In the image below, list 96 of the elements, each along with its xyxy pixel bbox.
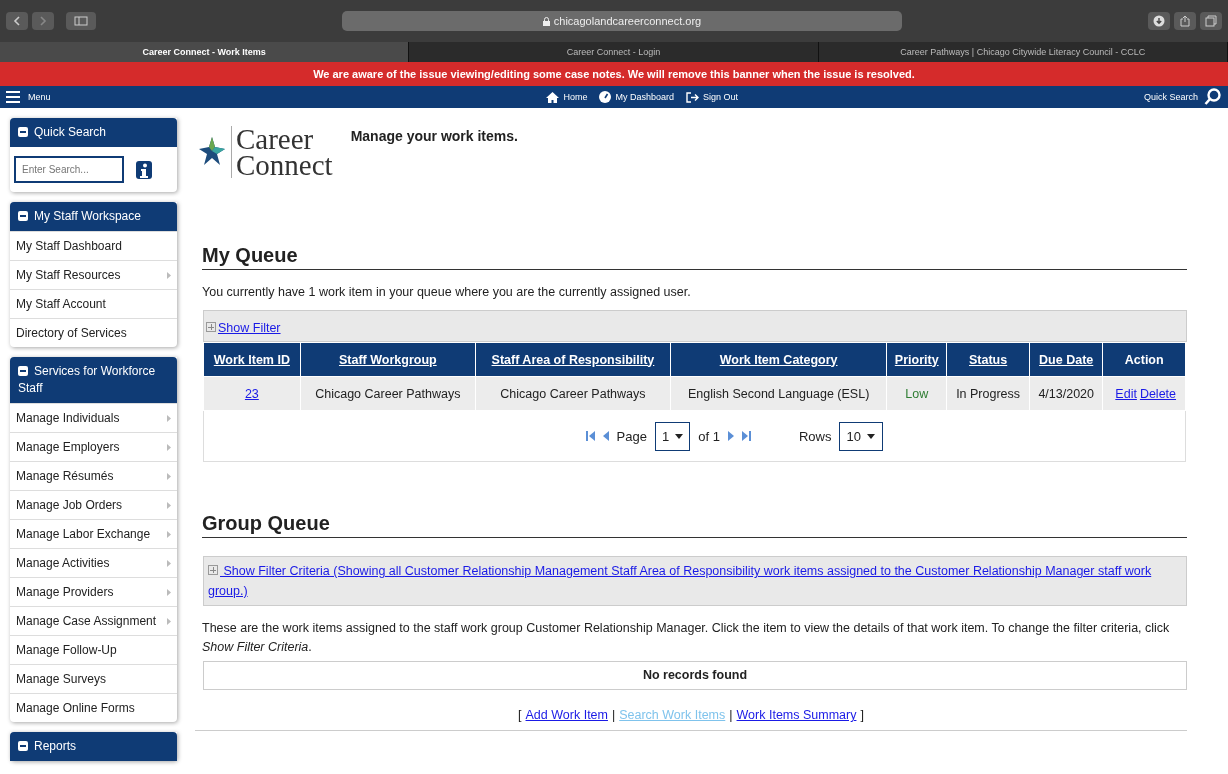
column-header[interactable]: Priority <box>886 342 947 377</box>
table-cell: Chicago Career Pathways <box>300 376 476 411</box>
previous-page-icon[interactable] <box>602 431 609 441</box>
browser-tab[interactable]: Career Connect - Work Items <box>0 42 410 62</box>
menu-icon <box>6 91 20 103</box>
link-separator: | <box>729 708 733 722</box>
work-item-link[interactable]: 23 <box>244 386 259 401</box>
footer-link[interactable]: Add Work Item <box>525 708 608 722</box>
table-cell: English Second Language (ESL) <box>670 376 887 411</box>
link-separator: | <box>611 708 616 722</box>
column-header[interactable]: Status <box>946 342 1030 377</box>
sidebar-toggle-button[interactable] <box>66 12 96 30</box>
sidebar-item[interactable]: Manage Individuals <box>10 403 177 432</box>
nav-link[interactable]: Sign Out <box>686 91 739 103</box>
column-header[interactable]: Work Item ID <box>203 342 301 377</box>
nav-link[interactable]: Home <box>546 91 588 103</box>
info-icon[interactable] <box>136 160 152 179</box>
caret-icon <box>675 433 684 439</box>
share-icon <box>1180 15 1190 27</box>
sidebar-item[interactable]: My Staff Account <box>10 289 177 318</box>
search-field[interactable]: Enter Search... <box>14 156 124 183</box>
rows-label: Rows <box>798 428 832 444</box>
sidebar-item[interactable]: Manage Résumés <box>10 461 177 490</box>
page-label: Page <box>616 428 647 444</box>
page-select[interactable]: 1 <box>654 421 691 451</box>
sidebar-item[interactable]: Manage Surveys <box>10 664 177 693</box>
lock-icon <box>542 16 550 26</box>
quick-search-button[interactable]: Quick Search <box>1143 88 1222 106</box>
page-title: Manage your work items. <box>350 128 518 146</box>
panel-header[interactable]: Quick Search <box>10 118 177 147</box>
collapse-icon[interactable] <box>18 741 28 751</box>
tabs-icon <box>1205 15 1217 27</box>
next-page-icon[interactable] <box>727 431 734 441</box>
chevron-right-icon <box>39 16 47 26</box>
sidebar-item[interactable]: Manage Activities <box>10 548 177 577</box>
alert-banner: We are aware of the issue viewing/editing some case notes. We will remove this banner when the issue is resolved. <box>0 62 1228 86</box>
show-filter-link[interactable]: Show Filter <box>218 321 281 335</box>
table-cell: Low <box>886 376 947 411</box>
column-header[interactable]: Staff Area of Responsibility <box>475 342 671 377</box>
action-link[interactable]: Delete <box>1139 386 1177 401</box>
collapse-icon[interactable] <box>18 127 28 137</box>
download-button[interactable] <box>1148 12 1170 30</box>
link-separator: ] <box>860 708 864 722</box>
expand-icon[interactable] <box>208 565 218 575</box>
sidebar-item[interactable]: Manage Online Forms <box>10 693 177 722</box>
footer-link[interactable]: Work Items Summary <box>736 708 857 722</box>
nav-link[interactable]: My Dashboard <box>599 91 674 103</box>
last-page-icon[interactable] <box>741 431 751 441</box>
column-header[interactable]: Due Date <box>1029 342 1103 377</box>
first-page-icon[interactable] <box>585 431 595 441</box>
sidebar-item[interactable]: My Staff Dashboard <box>10 231 177 260</box>
table-cell: Chicago Career Pathways <box>475 376 671 411</box>
address-bar[interactable]: chicagolandcareerconnect.org <box>342 11 902 31</box>
share-button[interactable] <box>1174 12 1196 30</box>
chevron-left-icon <box>13 16 21 26</box>
show-filter-criteria-link[interactable]: Show Filter Criteria (Showing all Customer Relationship Management Staff Area of Responsibility work items assigned to the Customer Relationship Manager staff work group.) <box>208 561 1182 601</box>
table-cell: In Progress <box>946 376 1030 411</box>
rows-select[interactable]: 10 <box>839 421 884 451</box>
sidebar-item[interactable]: Manage Case Assignment <box>10 606 177 635</box>
back-button[interactable] <box>6 12 28 30</box>
home-icon <box>546 91 560 103</box>
panel-header[interactable]: Reports <box>10 732 177 761</box>
sidebar-item[interactable]: Manage Employers <box>10 432 177 461</box>
collapse-icon[interactable] <box>18 366 28 376</box>
career-connect-logo: Career Connect <box>199 126 333 178</box>
sidebar-icon <box>74 16 88 26</box>
caret-icon <box>866 433 875 439</box>
sidebar-item[interactable]: My Staff Resources <box>10 260 177 289</box>
page-count: of 1 <box>698 428 720 444</box>
collapse-icon[interactable] <box>18 211 28 221</box>
sidebar-item[interactable]: Manage Job Orders <box>10 490 177 519</box>
column-header[interactable]: Work Item Category <box>670 342 887 377</box>
gauge-icon <box>599 91 612 103</box>
panel-header[interactable]: Services for Workforce Staff <box>10 357 177 403</box>
group-queue-description: These are the work items assigned to the staff work group Customer Relationship Manager. Click the item to view the details of that work item. To change the filter criteria, click Show Filter Criteria. <box>202 620 1171 656</box>
section-heading: Group Queue <box>202 512 1187 538</box>
column-header[interactable]: Staff Workgroup <box>300 342 476 377</box>
download-icon <box>1153 15 1165 27</box>
sign-out-icon <box>686 91 699 103</box>
sidebar-item[interactable]: Directory of Services <box>10 318 177 347</box>
link-separator: [ <box>518 708 522 722</box>
action-link[interactable]: Edit <box>1115 386 1137 401</box>
sidebar-item[interactable]: Manage Providers <box>10 577 177 606</box>
forward-button[interactable] <box>32 12 54 30</box>
search-icon <box>1204 88 1222 106</box>
table-cell: 4/13/2020 <box>1029 376 1103 411</box>
panel-header[interactable]: My Staff Workspace <box>10 202 177 231</box>
tabs-button[interactable] <box>1200 12 1222 30</box>
empty-message: No records found <box>203 661 1187 690</box>
queue-description: You currently have 1 work item in your queue where you are the currently assigned user. <box>202 284 692 301</box>
column-header: Action <box>1102 342 1186 377</box>
sidebar-item[interactable]: Manage Follow-Up <box>10 635 177 664</box>
section-heading: My Queue <box>202 244 1187 270</box>
menu-button[interactable]: Menu <box>6 91 51 103</box>
sidebar-item[interactable]: Manage Labor Exchange <box>10 519 177 548</box>
expand-icon[interactable] <box>206 322 216 332</box>
